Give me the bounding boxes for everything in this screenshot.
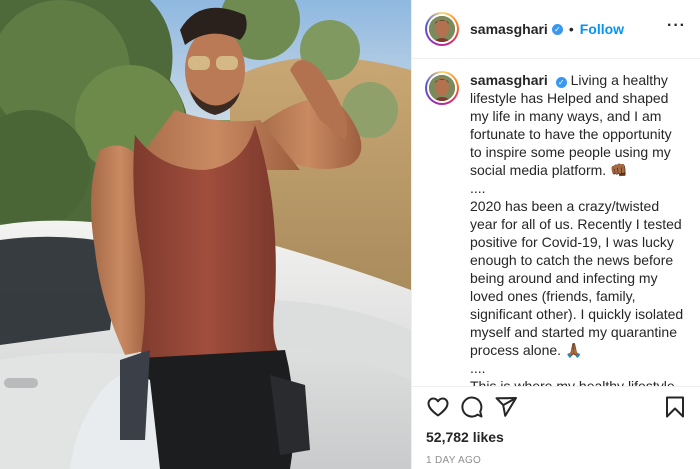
share-icon[interactable] (494, 395, 518, 419)
caption-avatar-photo (429, 75, 455, 101)
follow-button[interactable]: Follow (580, 21, 624, 37)
post-caption: samasghari ✓ Living a healthy lifestyle … (470, 71, 687, 386)
heart-icon[interactable] (426, 395, 450, 419)
caption-dots-1: .... (470, 180, 486, 196)
caption-dots-2: .... (470, 360, 486, 376)
post-timestamp[interactable]: 1 DAY AGO (426, 455, 687, 466)
more-options-icon[interactable]: ··· (667, 18, 685, 39)
comment-icon[interactable] (460, 395, 484, 419)
separator-dot: • (568, 21, 574, 37)
post-side-panel: samasghari ✓ • Follow ··· samasghari ✓ L… (411, 0, 700, 469)
post-photo[interactable] (0, 0, 411, 469)
caption-verified-icon: ✓ (555, 77, 567, 88)
action-bar: 52,782 likes 1 DAY AGO (412, 386, 700, 469)
bookmark-icon[interactable] (663, 395, 687, 419)
avatar-photo (429, 16, 455, 42)
likes-count[interactable]: 52,782 likes (426, 429, 687, 445)
caption-paragraph-3: This is where my healthy lifestyle helpe… (470, 378, 675, 386)
caption-paragraph-2: 2020 has been a crazy/twisted year for a… (470, 198, 684, 358)
comments-area: samasghari ✓ Living a healthy lifestyle … (412, 60, 700, 386)
caption-avatar[interactable] (425, 71, 459, 105)
avatar[interactable] (425, 12, 459, 46)
verified-icon: ✓ (551, 23, 563, 35)
caption-username[interactable]: samasghari (470, 72, 548, 88)
header-username[interactable]: samasghari (470, 21, 548, 37)
post-header: samasghari ✓ • Follow ··· (412, 0, 700, 59)
post-photo-illustration (0, 0, 411, 469)
